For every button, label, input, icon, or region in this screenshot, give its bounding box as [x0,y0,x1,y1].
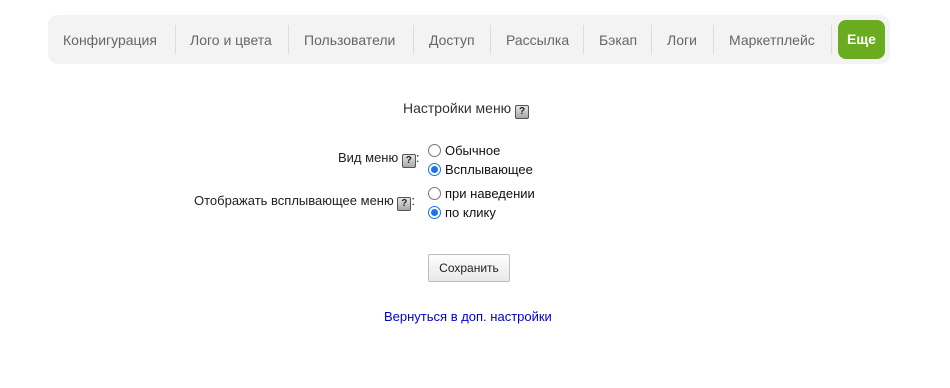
nav-item-marketplace[interactable]: Маркетплейс [729,25,815,55]
nav-divider [175,25,176,54]
nav-item-backup[interactable]: Бэкап [599,25,637,55]
menu-type-label-text: Вид меню [338,150,399,165]
menu-type-label: Вид меню ?: [338,150,419,168]
nav-item-access[interactable]: Доступ [429,25,475,55]
help-icon[interactable]: ? [515,105,530,119]
popup-display-label: Отображать всплывающее меню ?: [194,193,415,211]
label-colon: : [415,150,420,165]
save-button[interactable]: Сохранить [428,254,510,282]
nav-divider [651,25,652,54]
help-icon[interactable]: ? [401,154,416,168]
radio-label: при наведении [445,186,535,201]
menu-type-option-normal[interactable]: Обычное [428,143,500,159]
radio-label: Всплывающее [445,162,533,177]
popup-display-option-click[interactable]: по клику [428,205,496,221]
label-colon: : [411,193,415,208]
nav-divider [288,25,289,54]
radio-button[interactable] [428,187,441,200]
section-title-text: Настройки меню [403,100,512,116]
nav-divider [831,25,832,54]
nav-item-logo-colors[interactable]: Лого и цвета [190,25,272,55]
nav-divider [583,25,584,54]
nav-item-configuration[interactable]: Конфигурация [63,25,157,55]
nav-item-logs[interactable]: Логи [667,25,697,55]
radio-button-checked[interactable] [428,206,441,219]
section-title: Настройки меню ? [403,100,530,119]
top-nav: Конфигурация Лого и цвета Пользователи Д… [48,15,890,64]
nav-item-users[interactable]: Пользователи [304,25,395,55]
popup-display-option-hover[interactable]: при наведении [428,186,535,202]
radio-button-checked[interactable] [428,163,441,176]
nav-divider [413,25,414,54]
page: Конфигурация Лого и цвета Пользователи Д… [0,0,950,388]
nav-item-mailing[interactable]: Рассылка [506,25,569,55]
back-to-settings-link[interactable]: Вернуться в доп. настройки [384,309,552,324]
nav-divider [713,25,714,54]
menu-type-option-popup[interactable]: Всплывающее [428,162,533,178]
popup-display-label-text: Отображать всплывающее меню [194,193,394,208]
nav-divider [490,25,491,54]
radio-button[interactable] [428,144,441,157]
help-icon[interactable]: ? [397,197,412,211]
nav-more-button[interactable]: Еще [838,20,885,59]
radio-label: по клику [445,205,496,220]
radio-label: Обычное [445,143,501,158]
